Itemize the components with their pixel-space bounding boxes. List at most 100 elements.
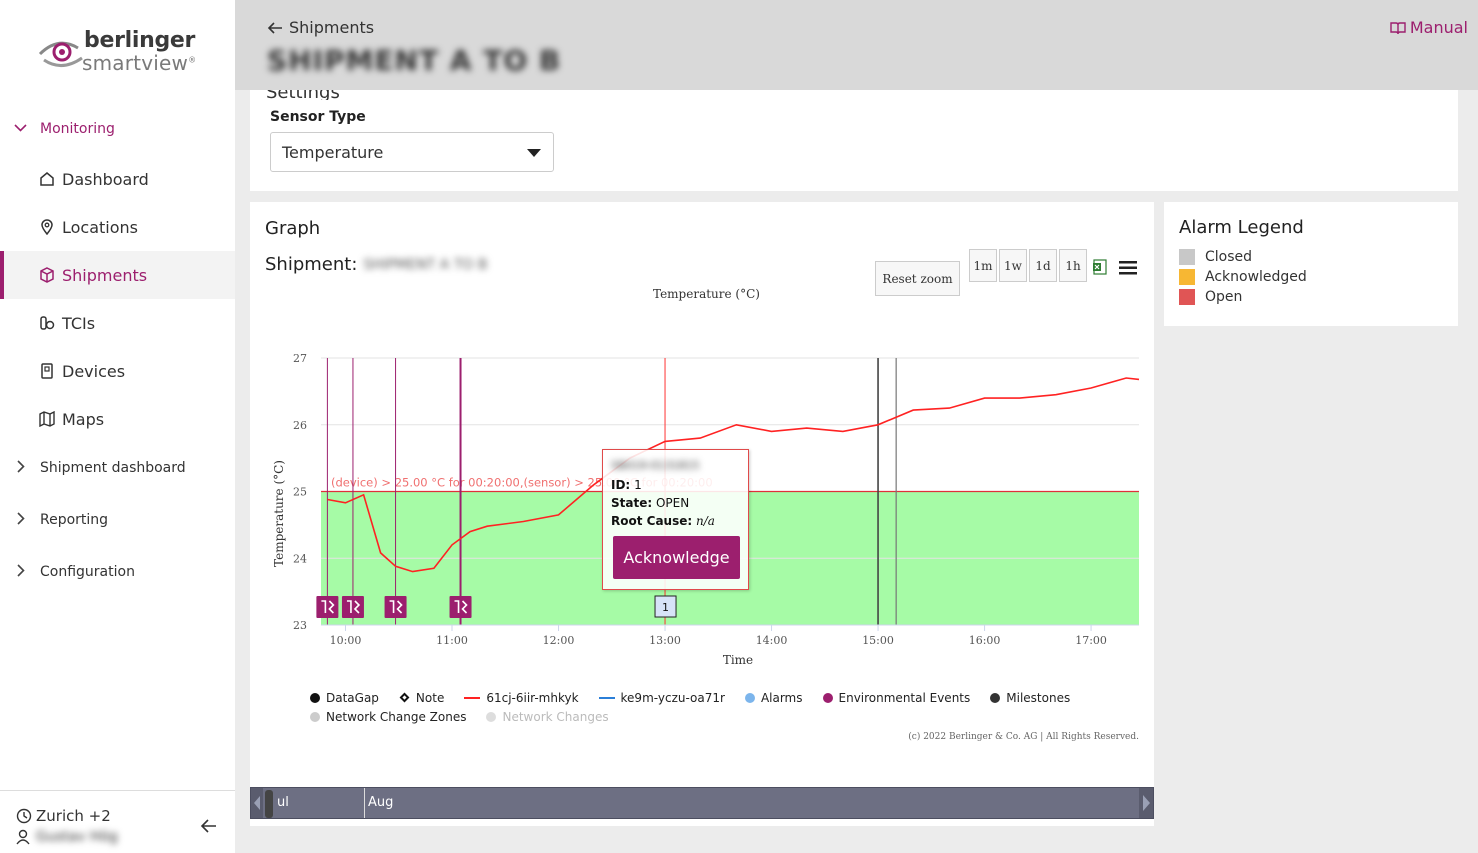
sidebar-item-shipments[interactable]: Shipments bbox=[0, 251, 235, 299]
environmental-event-marker bbox=[341, 596, 364, 618]
legend-item[interactable]: Network Changes bbox=[486, 707, 609, 726]
range-label: 1w bbox=[1004, 258, 1022, 273]
legend-label: Environmental Events bbox=[838, 690, 971, 705]
sidebar-item-maps[interactable]: Maps bbox=[0, 395, 235, 443]
eye-logo-icon bbox=[38, 41, 83, 67]
sidebar-item-tcis[interactable]: TCIs bbox=[0, 299, 235, 347]
y-tick-label: 25 bbox=[293, 486, 307, 499]
legend-symbol bbox=[990, 692, 1001, 703]
arrow-left-icon bbox=[200, 819, 216, 833]
legend-item[interactable]: Alarms bbox=[744, 688, 803, 707]
range-1d-button[interactable]: 1d bbox=[1029, 249, 1057, 282]
range-1w-button[interactable]: 1w bbox=[999, 249, 1027, 282]
legend-label: Milestones bbox=[1006, 690, 1071, 705]
nav-group-shipment-dashboard[interactable]: Shipment dashboard bbox=[0, 453, 235, 483]
legend-row: Network Change Zones Network Changes bbox=[310, 707, 1110, 726]
manual-label: Manual bbox=[1409, 18, 1468, 37]
logo-text-berlinger: berlinger bbox=[84, 28, 196, 53]
home-icon bbox=[36, 171, 58, 187]
sidebar-item-label: Locations bbox=[62, 217, 139, 237]
chart-navigator[interactable]: ul Aug bbox=[250, 782, 1154, 826]
graph-shipment: Shipment: SHIPMENT A TO B bbox=[265, 254, 487, 275]
environmental-event-marker bbox=[316, 596, 339, 618]
closed-swatch bbox=[1179, 249, 1195, 265]
logo-text-smartview: smartview® bbox=[82, 51, 197, 75]
nav-group-monitoring[interactable]: Monitoring bbox=[0, 114, 235, 144]
navigator-scroll-left[interactable] bbox=[251, 788, 263, 818]
excel-export-button[interactable] bbox=[1092, 259, 1110, 277]
range-1m-button[interactable]: 1m bbox=[969, 249, 997, 282]
page-title: SHIPMENT A TO B bbox=[267, 44, 562, 77]
legend-label: 61cj-6iir-mhkyk bbox=[486, 690, 579, 705]
chevron-right-icon bbox=[0, 563, 40, 581]
sidebar: berlinger smartview® Monitoring Dashboar… bbox=[0, 0, 235, 853]
alarm-legend-label: Open bbox=[1205, 289, 1243, 305]
nav-group-reporting[interactable]: Reporting bbox=[0, 505, 235, 535]
reset-zoom-button[interactable]: Reset zoom bbox=[875, 261, 960, 296]
x-tick-label: 14:00 bbox=[756, 634, 788, 647]
alarm-marker-label: 1 bbox=[662, 601, 669, 614]
sidebar-footer: Zurich +2 Gustav Hög bbox=[0, 790, 235, 853]
navigator-track[interactable]: ul Aug bbox=[250, 787, 1154, 819]
x-tick-label: 10:00 bbox=[330, 634, 362, 647]
sidebar-item-dashboard[interactable]: Dashboard bbox=[0, 155, 235, 203]
hamburger-icon bbox=[1119, 261, 1137, 275]
alarm-legend-label: Closed bbox=[1205, 249, 1253, 265]
y-tick-label: 27 bbox=[293, 352, 307, 365]
range-1h-button[interactable]: 1h bbox=[1059, 249, 1087, 282]
box-icon bbox=[36, 267, 58, 283]
berlinger-logo[interactable]: berlinger smartview® bbox=[38, 28, 208, 78]
navigator-handle-left[interactable] bbox=[265, 790, 273, 818]
legend-item[interactable]: Milestones bbox=[990, 688, 1070, 707]
tci-icon bbox=[36, 315, 58, 331]
alarm-legend-item: Closed bbox=[1179, 249, 1252, 265]
legend-item[interactable]: Environmental Events bbox=[822, 688, 971, 707]
alarm-tooltip: SB019-0131815 ID: 1 State: OPEN Root Cau… bbox=[602, 449, 749, 590]
arrow-right-icon bbox=[1143, 795, 1150, 811]
event-glyph bbox=[321, 600, 335, 614]
alarm-legend-label: Acknowledged bbox=[1205, 269, 1307, 285]
range-label: 1m bbox=[973, 258, 993, 273]
range-label: 1h bbox=[1065, 258, 1081, 273]
legend-symbol bbox=[399, 692, 410, 703]
nav-group-configuration[interactable]: Configuration bbox=[0, 557, 235, 587]
user-icon bbox=[16, 829, 30, 845]
back-to-shipments-link[interactable]: Shipments bbox=[267, 18, 374, 37]
sensor-type-select[interactable]: Temperature bbox=[270, 132, 554, 172]
legend-item[interactable]: DataGap bbox=[310, 688, 379, 707]
x-tick-label: 11:00 bbox=[436, 634, 468, 647]
event-glyph bbox=[389, 600, 403, 614]
manual-link[interactable]: Manual bbox=[1390, 18, 1468, 37]
legend-item[interactable]: 61cj-6iir-mhkyk bbox=[464, 688, 579, 707]
acknowledge-label: Acknowledge bbox=[623, 548, 730, 567]
device-icon bbox=[36, 363, 58, 379]
tooltip-root-cause: Root Cause: n/a bbox=[611, 514, 715, 528]
sidebar-item-locations[interactable]: Locations bbox=[0, 203, 235, 251]
collapse-sidebar-button[interactable] bbox=[200, 817, 222, 835]
legend-item[interactable]: ke9m-yczu-oa71r bbox=[598, 688, 725, 707]
legend-label: ke9m-yczu-oa71r bbox=[620, 690, 725, 705]
user-info[interactable]: Gustav Hög bbox=[16, 829, 118, 845]
sidebar-item-devices[interactable]: Devices bbox=[0, 347, 235, 395]
timezone-indicator[interactable]: Zurich +2 bbox=[16, 807, 111, 825]
y-axis-title: Temperature (°C) bbox=[272, 460, 286, 567]
event-glyph bbox=[454, 600, 468, 614]
chart-menu-button[interactable] bbox=[1119, 260, 1139, 276]
legend-item[interactable]: Note bbox=[399, 688, 444, 707]
range-label: 1d bbox=[1035, 258, 1051, 273]
legend-label: Network Changes bbox=[502, 709, 609, 724]
acknowledge-button[interactable]: Acknowledge bbox=[613, 536, 740, 579]
x-tick-label: 17:00 bbox=[1075, 634, 1107, 647]
alarm-legend-item: Acknowledged bbox=[1179, 269, 1307, 285]
shipment-name: SHIPMENT A TO B bbox=[363, 256, 488, 273]
legend-item[interactable]: Network Change Zones bbox=[310, 707, 466, 726]
tooltip-state: State: OPEN bbox=[611, 496, 690, 510]
legend-label: Network Change Zones bbox=[326, 709, 467, 724]
navigator-scroll-right[interactable] bbox=[1139, 788, 1153, 818]
nav-group-label: Shipment dashboard bbox=[40, 460, 186, 476]
event-glyph bbox=[346, 600, 361, 614]
sidebar-item-label: Shipments bbox=[62, 265, 148, 285]
tooltip-header: SB019-0131815 bbox=[611, 459, 700, 472]
legend-symbol bbox=[486, 711, 497, 722]
legend-label: Note bbox=[415, 690, 445, 705]
